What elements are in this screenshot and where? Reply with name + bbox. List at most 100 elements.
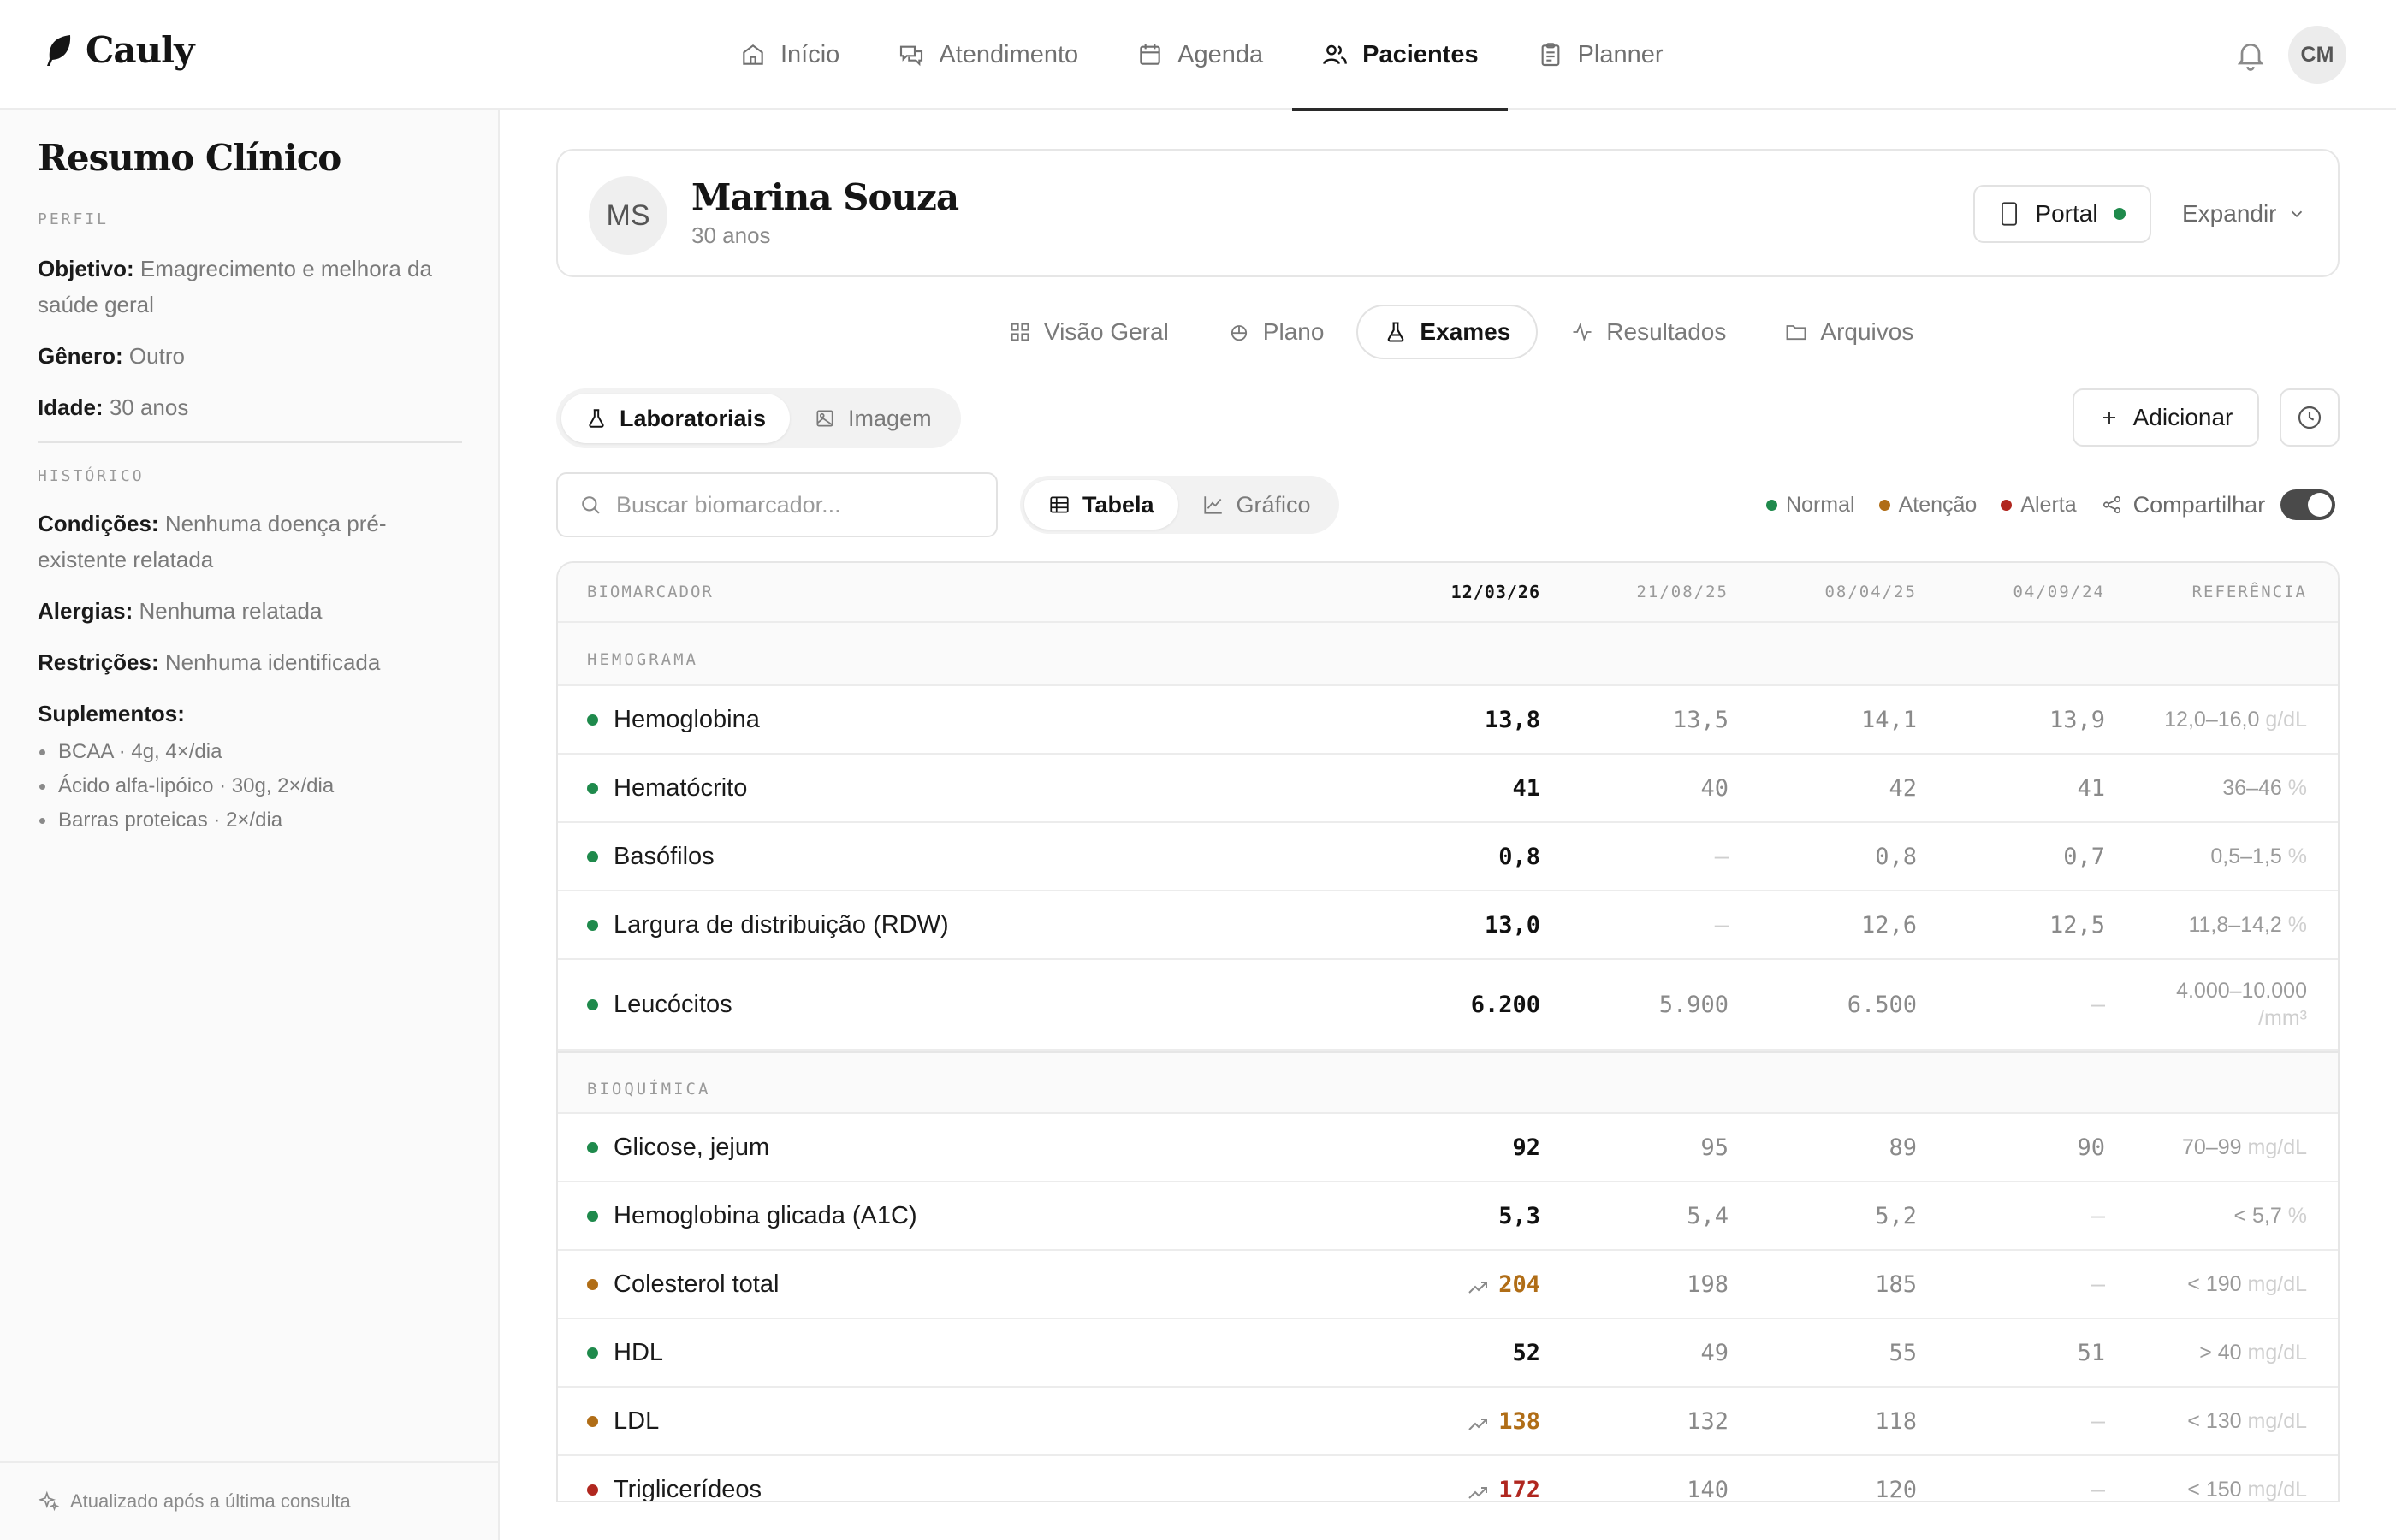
- age-key: Idade:: [38, 394, 104, 420]
- nav-item-agenda[interactable]: Agenda: [1107, 0, 1292, 110]
- view-grafico[interactable]: Gráfico: [1178, 480, 1335, 530]
- biomarker-value: 5.900: [1658, 991, 1729, 1018]
- exam-type-laboratoriais[interactable]: Laboratoriais: [561, 394, 791, 443]
- history-button[interactable]: [2280, 388, 2340, 447]
- value-cell: 13,0: [1383, 912, 1571, 939]
- biomarker-name: LDL: [614, 1407, 660, 1435]
- bell-icon[interactable]: [2233, 38, 2268, 72]
- home-icon: [743, 44, 763, 65]
- reference-range: < 190: [2187, 1272, 2242, 1296]
- trend-up-icon: [1468, 1282, 1488, 1294]
- exam-type-imagem[interactable]: Imagem: [790, 394, 956, 443]
- user-avatar[interactable]: CM: [2288, 26, 2346, 84]
- table-row[interactable]: HDL 52 49 55 51 > 40 mg/dL: [558, 1319, 2338, 1388]
- calendar-icon: [1140, 44, 1160, 65]
- share-icon: [2102, 495, 2120, 514]
- tab-visao-geral[interactable]: Visão Geral: [982, 305, 1195, 359]
- view-tabela[interactable]: Tabela: [1024, 480, 1178, 530]
- biomarker-value: 14,1: [1860, 706, 1917, 733]
- tab-arquivos[interactable]: Arquivos: [1758, 305, 1939, 359]
- biomarker-name: Hemoglobina: [614, 705, 760, 733]
- biomarker-name: Hemoglobina glicada (A1C): [614, 1201, 917, 1229]
- header-biomarker[interactable]: BIOMARCADOR: [558, 583, 1383, 601]
- biomarker-name-cell: Triglicerídeos: [558, 1476, 1383, 1501]
- nav-item-label: Agenda: [1177, 40, 1264, 68]
- reference-range: 12,0–16,0: [2164, 708, 2260, 732]
- biomarker-value: 13,9: [2049, 706, 2105, 733]
- table-row[interactable]: Leucócitos 6.200 5.900 6.500 — 4.000–10.000/m…: [558, 960, 2338, 1051]
- group-header: BIOQUÍMICA: [558, 1051, 2338, 1114]
- value-cell: 92: [1383, 1134, 1571, 1161]
- view-toggle: Tabela Gráfico: [1020, 476, 1339, 534]
- table-row[interactable]: Colesterol total 204 198 185 — < 190 mg/dL: [558, 1251, 2338, 1319]
- table-row[interactable]: Triglicerídeos 172 140 120 — < 150 mg/dL: [558, 1456, 2338, 1501]
- header-date-1[interactable]: 12/03/26: [1383, 582, 1571, 602]
- status-dot-normal: [587, 919, 598, 931]
- clock-icon: [2298, 406, 2322, 429]
- biomarker-value: 0,7: [2063, 843, 2105, 870]
- header-date-4[interactable]: 04/09/24: [1948, 583, 2136, 601]
- patient-avatar: MS: [589, 176, 667, 255]
- value-cell: 5,3: [1383, 1203, 1571, 1229]
- conditions-key: Condições:: [38, 511, 159, 536]
- nav-item-pacientes[interactable]: Pacientes: [1292, 0, 1509, 111]
- objective-key: Objetivo:: [38, 256, 134, 281]
- tab-exames[interactable]: Exames: [1356, 305, 1539, 359]
- reference-unit: mg/dL: [2247, 1272, 2307, 1296]
- expand-button[interactable]: Expandir: [2182, 185, 2306, 243]
- table-row[interactable]: Hemoglobina 13,8 13,5 14,1 13,9 12,0–16,0 g/d…: [558, 686, 2338, 755]
- chat-icon: [900, 45, 923, 67]
- header-date-3[interactable]: 08/04/25: [1759, 583, 1948, 601]
- search-input[interactable]: [616, 491, 976, 518]
- share-toggle[interactable]: [2280, 489, 2336, 520]
- plate-icon: [1231, 325, 1247, 341]
- table-row[interactable]: Hemoglobina glicada (A1C) 5,3 5,4 5,2 — < 5,7…: [558, 1182, 2338, 1251]
- sidebar-footer: Atualizado após a última consulta: [0, 1461, 498, 1540]
- biomarker-value: 13,5: [1672, 706, 1729, 733]
- table-row[interactable]: LDL 138 132 118 — < 130 mg/dL: [558, 1388, 2338, 1456]
- portal-button[interactable]: Portal: [1973, 185, 2151, 243]
- reference-unit: /mm³: [2258, 1006, 2307, 1030]
- value-cell: 42: [1759, 775, 1948, 802]
- legend-normal: Normal: [1766, 493, 1855, 518]
- nav-item-planner[interactable]: Planner: [1508, 0, 1693, 110]
- line-chart-icon: [1203, 496, 1222, 514]
- history-section: HISTÓRICO Condições: Nenhuma doença pré-…: [38, 467, 462, 838]
- age-row: Idade: 30 anos: [38, 389, 462, 425]
- header-date-2[interactable]: 21/08/25: [1571, 583, 1759, 601]
- value-cell: —: [1948, 992, 2136, 1018]
- value-cell: 172: [1383, 1477, 1571, 1501]
- biomarker-value: 118: [1875, 1407, 1917, 1435]
- share-control[interactable]: Compartilhar: [2101, 489, 2336, 520]
- legend-label: Alerta: [2020, 492, 2077, 517]
- reference-unit: %: [2287, 1204, 2307, 1228]
- value-cell: 5.900: [1571, 992, 1759, 1018]
- table-row[interactable]: Basófilos 0,8 — 0,8 0,7 0,5–1,5 %: [558, 823, 2338, 891]
- table-row[interactable]: Hematócrito 41 40 42 41 36–46 %: [558, 755, 2338, 823]
- restrictions-value: Nenhuma identificada: [164, 649, 381, 675]
- group-header: HEMOGRAMA: [558, 623, 2338, 686]
- sidebar-divider: [38, 441, 462, 443]
- tab-plano[interactable]: Plano: [1201, 305, 1350, 359]
- grid-icon: [1011, 323, 1029, 341]
- exam-type-toggle: Laboratoriais Imagem: [556, 388, 961, 448]
- biomarker-name: Glicose, jejum: [614, 1133, 770, 1161]
- value-cell: 185: [1759, 1271, 1948, 1298]
- nav-item-inicio[interactable]: Início: [710, 0, 869, 110]
- biomarker-value: —: [1714, 843, 1729, 870]
- activity-icon: [1573, 323, 1592, 341]
- age-value: 30 anos: [109, 394, 189, 420]
- value-cell: 0,8: [1759, 844, 1948, 870]
- biomarker-name-cell: Hemoglobina glicada (A1C): [558, 1202, 1383, 1230]
- biomarker-name-cell: Hemoglobina: [558, 706, 1383, 734]
- reference-unit: mg/dL: [2247, 1135, 2307, 1159]
- value-cell: 6.500: [1759, 992, 1948, 1018]
- nav-item-atendimento[interactable]: Atendimento: [869, 0, 1107, 110]
- table-row[interactable]: Glicose, jejum 92 95 89 90 70–99 mg/dL: [558, 1114, 2338, 1182]
- tab-resultados[interactable]: Resultados: [1545, 305, 1752, 359]
- brand-logo[interactable]: Cauly: [44, 29, 195, 71]
- table-row[interactable]: Largura de distribuição (RDW) 13,0 — 12,6 12…: [558, 891, 2338, 960]
- biomarker-value: 51: [2077, 1339, 2105, 1366]
- status-dot-normal: [587, 1347, 598, 1359]
- add-exam-button[interactable]: Adicionar: [2073, 388, 2259, 447]
